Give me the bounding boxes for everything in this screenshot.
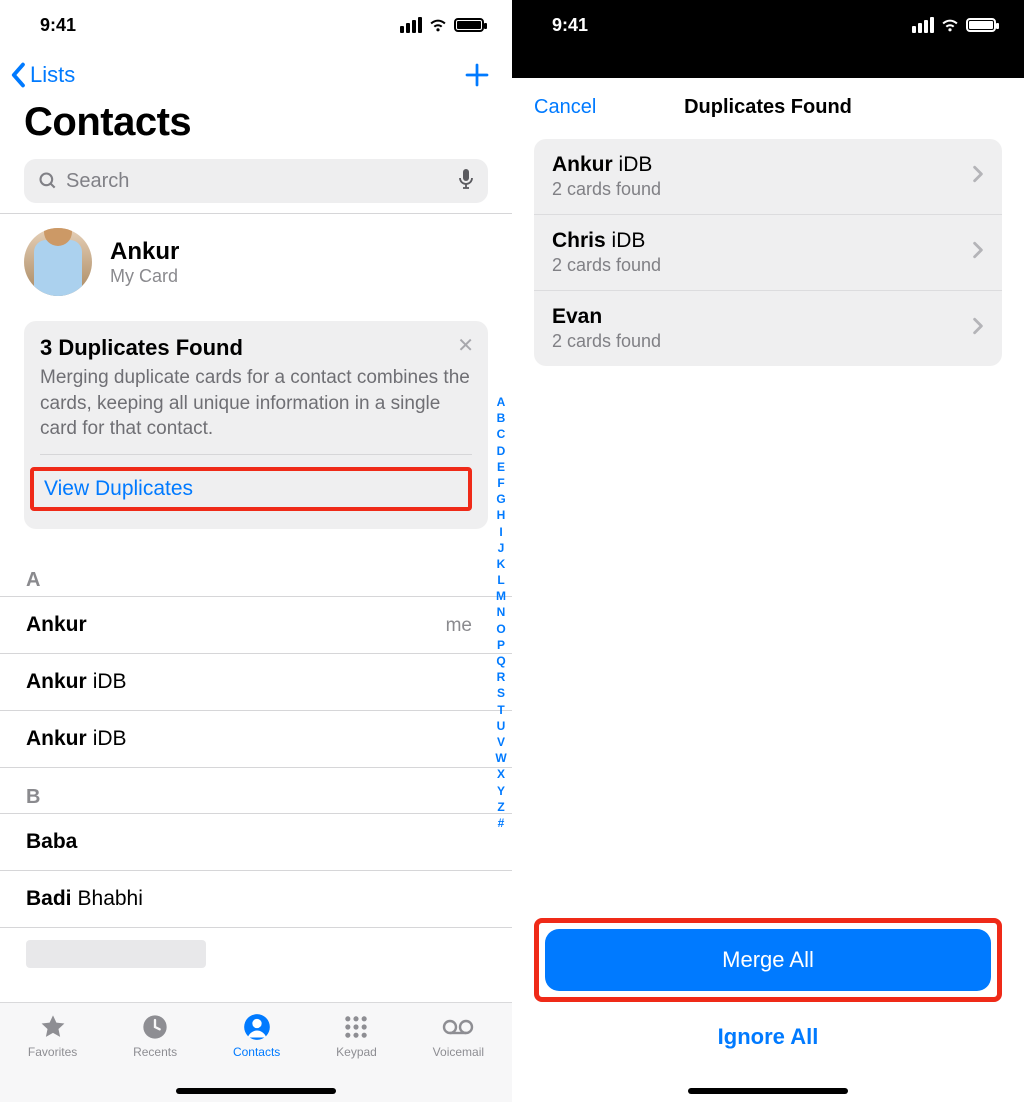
contact-row[interactable]: Ankur iDB (0, 654, 512, 711)
status-time: 9:41 (552, 15, 588, 36)
tab-voicemail[interactable]: Voicemail (433, 1013, 484, 1102)
my-card-name: Ankur (110, 238, 179, 266)
tab-keypad[interactable]: Keypad (336, 1013, 377, 1102)
duplicate-item[interactable]: Ankur iDB 2 cards found (534, 139, 1002, 215)
battery-icon (454, 18, 484, 32)
search-input[interactable] (66, 170, 450, 193)
merge-all-button[interactable]: Merge All (545, 929, 991, 991)
back-button[interactable]: Lists (10, 62, 75, 88)
battery-icon (966, 18, 996, 32)
chevron-right-icon (972, 317, 984, 340)
status-bar: 9:41 (512, 0, 1024, 50)
contacts-screen: 9:41 Lists Contacts An (0, 0, 512, 1102)
contact-row[interactable]: Ankur me (0, 597, 512, 654)
duplicate-item[interactable]: Chris iDB 2 cards found (534, 215, 1002, 291)
contact-row[interactable]: Baba (0, 814, 512, 871)
tab-favorites[interactable]: Favorites (28, 1013, 77, 1102)
me-badge: me (446, 615, 472, 637)
duplicates-banner: ✕ 3 Duplicates Found Merging duplicate c… (24, 321, 488, 529)
sheet-title: Duplicates Found (512, 96, 1024, 119)
duplicate-item[interactable]: Evan 2 cards found (534, 291, 1002, 366)
clock-icon (140, 1013, 170, 1041)
duplicates-desc: Merging duplicate cards for a contact co… (40, 365, 472, 455)
search-icon (38, 171, 58, 191)
annotation-highlight: View Duplicates (30, 467, 472, 511)
chevron-right-icon (972, 165, 984, 188)
annotation-highlight: Merge All (534, 918, 1002, 1002)
partial-row (26, 940, 206, 968)
avatar (24, 228, 92, 296)
view-duplicates-button[interactable]: View Duplicates (44, 477, 193, 501)
section-header: A (0, 551, 512, 597)
duplicates-list: Ankur iDB 2 cards found Chris iDB 2 card… (534, 139, 1002, 366)
my-card-row[interactable]: Ankur My Card (0, 214, 512, 315)
dictate-icon[interactable] (458, 168, 474, 195)
status-icons (912, 17, 996, 33)
wifi-icon (940, 17, 960, 33)
tab-bar: Favorites Recents Contacts Keypad Voicem… (0, 1002, 512, 1102)
page-title: Contacts (0, 94, 512, 159)
duplicates-screen: 9:41 Cancel Duplicates Found Ankur iDB 2… (512, 0, 1024, 1102)
bottom-actions: Merge All Ignore All (512, 918, 1024, 1102)
contact-row[interactable]: Badi Bhabhi (0, 871, 512, 928)
cellular-icon (400, 17, 422, 33)
nav-bar: Lists (0, 50, 512, 94)
sheet-nav: Cancel Duplicates Found (512, 78, 1024, 139)
section-header: B (0, 768, 512, 814)
duplicates-title: 3 Duplicates Found (40, 335, 472, 361)
my-card-sub: My Card (110, 266, 179, 287)
add-contact-button[interactable] (462, 60, 492, 90)
home-indicator[interactable] (688, 1088, 848, 1094)
status-bar: 9:41 (0, 0, 512, 50)
star-icon (38, 1013, 68, 1041)
section-index[interactable]: ABCDEFGHIJKLMNOPQRSTUVWXYZ# (492, 394, 510, 831)
home-indicator[interactable] (176, 1088, 336, 1094)
close-icon[interactable]: ✕ (457, 333, 474, 358)
keypad-icon (341, 1013, 371, 1041)
cellular-icon (912, 17, 934, 33)
voicemail-icon (441, 1013, 475, 1041)
status-time: 9:41 (40, 15, 76, 36)
person-icon (242, 1013, 272, 1041)
search-field[interactable] (24, 159, 488, 203)
tab-recents[interactable]: Recents (133, 1013, 177, 1102)
chevron-right-icon (972, 241, 984, 264)
ignore-all-button[interactable]: Ignore All (534, 1016, 1002, 1058)
wifi-icon (428, 17, 448, 33)
contact-row[interactable]: Ankur iDB (0, 711, 512, 768)
status-icons (400, 17, 484, 33)
back-label: Lists (30, 62, 75, 88)
